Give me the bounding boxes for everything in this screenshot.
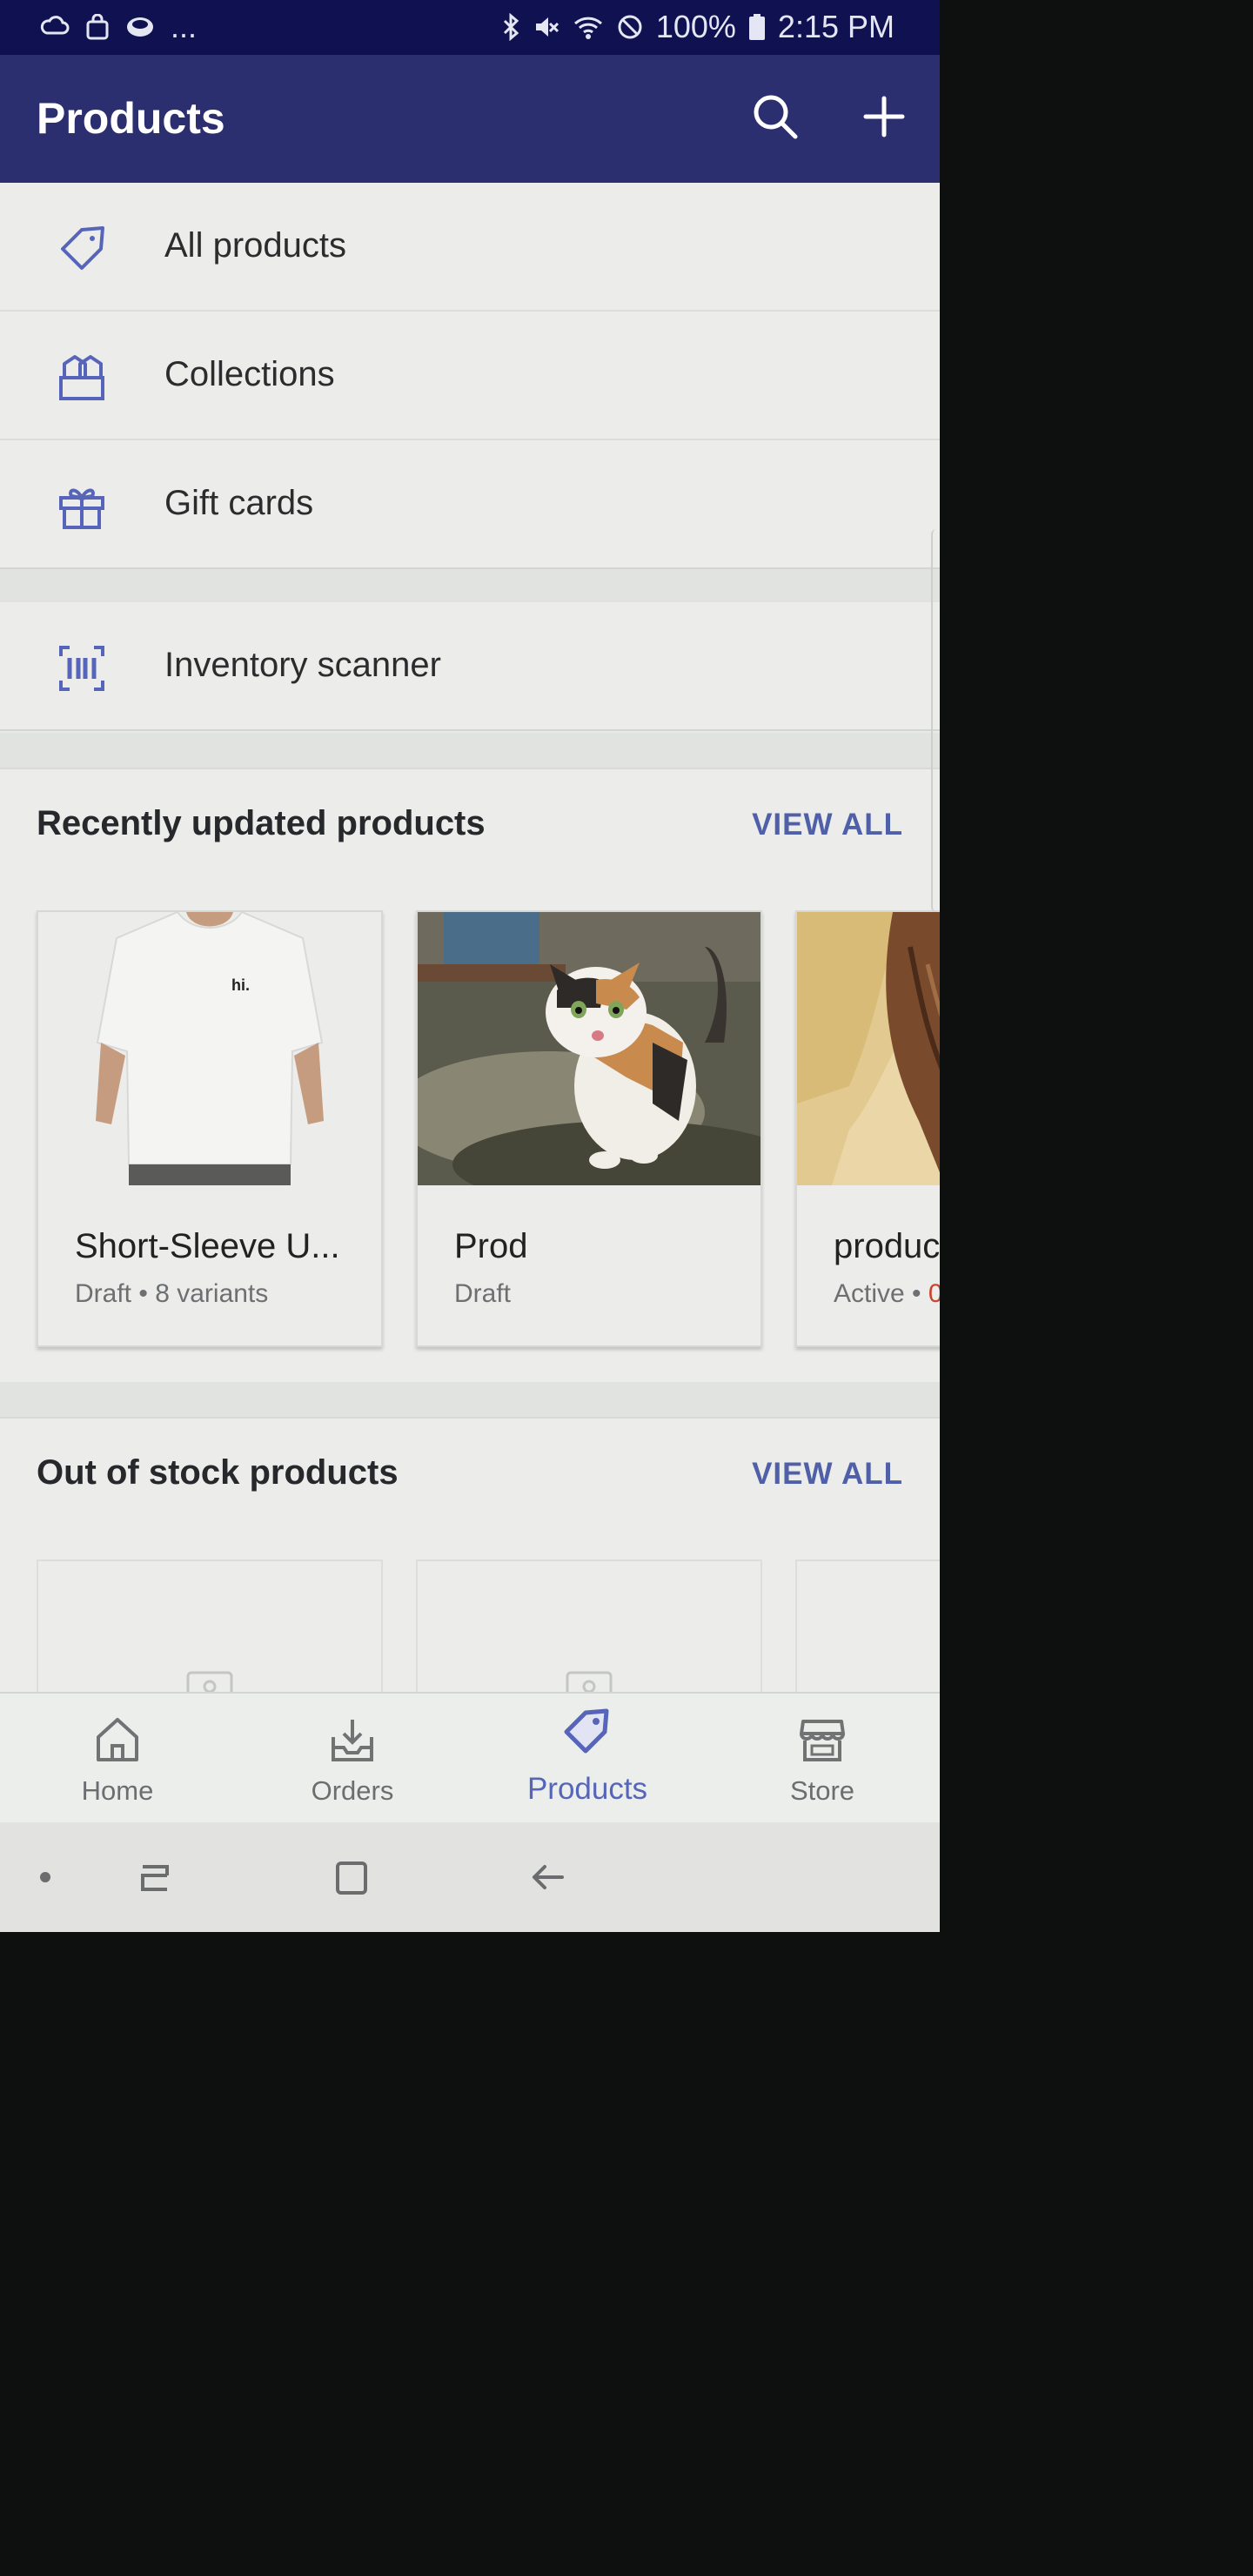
nav-label-store: Store [789,1775,855,1806]
nav-item-orders[interactable]: Orders [235,1694,470,1824]
products-icon [561,1706,613,1758]
product-status: Active [834,1279,905,1308]
bluetooth-icon [501,13,520,41]
notification-cloud-icon [40,14,70,40]
add-product-button[interactable] [854,88,915,149]
search-button[interactable] [745,88,806,149]
scroll-indicator[interactable] [931,529,938,912]
app-bar: Products [0,55,940,183]
nav-item-store[interactable]: Store [705,1694,940,1824]
menu-label-collections: Collections [164,355,335,393]
status-right: 100% 2:15 PM [501,9,895,45]
home-icon [91,1713,144,1765]
product-image-cat [418,912,761,1185]
home-square-icon [325,1862,378,1907]
battery-percent: 100% [655,9,736,44]
plus-icon [862,95,906,143]
product-title: produc [834,1227,940,1265]
tag-icon [56,223,108,275]
product-card[interactable]: hi. Short-Sleeve U... Draft • 8 variants [37,910,383,1347]
menu-label-inventory-scanner: Inventory scanner [164,646,441,684]
image-placeholder-icon [566,1671,613,1694]
product-image-cat-closeup [797,912,940,1185]
product-subtitle: Draft • 8 variants [75,1279,268,1309]
section-title-out-of-stock: Out of stock products [37,1453,399,1492]
recent-apps-icon [129,1865,181,1907]
product-card-placeholder[interactable] [795,1560,940,1694]
search-icon [750,91,801,146]
image-placeholder-icon [186,1671,233,1694]
product-card-placeholder[interactable] [37,1560,383,1694]
product-title: Short-Sleeve U... [75,1227,340,1265]
back-button[interactable] [522,1851,574,1903]
status-bar: ... 100% 2:15 PM [0,0,940,55]
product-card[interactable]: produc Active • 0 [795,910,940,1347]
recent-apps-button[interactable] [129,1851,181,1903]
barcode-scanner-icon [56,642,108,694]
product-title: Prod [454,1227,528,1265]
menu-label-all-products: All products [164,226,346,265]
view-all-out-of-stock-button[interactable]: VIEW ALL [752,1457,903,1492]
phone-screen: ... 100% 2:15 PM Products All products C… [0,0,940,1932]
product-status: Draft [75,1279,132,1308]
scanner-menu: Inventory scanner [0,602,940,731]
clock: 2:15 PM [777,9,895,44]
bottom-navigation: Home Orders Products Store [0,1692,940,1824]
product-image-tshirt: hi. [38,912,381,1185]
notification-app-icon [125,14,155,40]
menu-item-all-products[interactable]: All products [0,183,940,312]
section-divider [0,569,940,602]
svg-text:hi.: hi. [231,976,250,994]
battery-icon [748,13,766,41]
status-left: ... [40,9,197,45]
nav-item-home[interactable]: Home [0,1694,235,1824]
menu-label-gift-cards: Gift cards [164,484,314,522]
do-not-disturb-icon [616,13,644,41]
menu-item-gift-cards[interactable]: Gift cards [0,440,940,567]
subtitle-separator: • [131,1279,156,1308]
menu-item-inventory-scanner[interactable]: Inventory scanner [0,602,940,729]
nav-item-products[interactable]: Products [470,1694,705,1824]
home-system-button[interactable] [325,1851,378,1903]
nav-label-home: Home [81,1775,154,1806]
view-all-recent-button[interactable]: VIEW ALL [752,808,903,842]
more-notifications-indicator: ... [171,9,198,44]
gift-icon [56,480,108,533]
recent-products-section: Recently updated products VIEW ALL hi. S… [0,768,940,1384]
product-card-placeholder[interactable] [416,1560,762,1694]
section-title-recent: Recently updated products [37,804,486,842]
product-subtitle: Draft [454,1279,512,1308]
nav-label-orders: Orders [311,1775,394,1806]
out-of-stock-section: Out of stock products VIEW ALL [0,1417,940,1694]
product-subtitle: Active • 0 [834,1279,940,1309]
store-icon [796,1713,848,1765]
products-menu: All products Collections Gift cards [0,183,940,569]
mute-icon [533,13,560,41]
wifi-icon [573,13,604,41]
collections-icon [56,352,108,404]
product-variants: 8 variants [155,1279,269,1308]
subtitle-separator: • [904,1279,928,1308]
stock-warning: 0 [928,1279,940,1308]
section-divider [0,733,940,768]
nav-label-products: Products [526,1772,648,1806]
menu-item-collections[interactable]: Collections [0,312,940,440]
page-title: Products [37,94,225,143]
section-divider [0,1382,940,1417]
orders-icon [326,1713,379,1765]
notification-bag-icon [85,14,110,40]
nav-dot-button[interactable] [19,1851,71,1903]
product-card[interactable]: Prod Draft [416,910,762,1347]
system-navigation-bar [0,1822,940,1932]
back-arrow-icon [522,1865,574,1907]
